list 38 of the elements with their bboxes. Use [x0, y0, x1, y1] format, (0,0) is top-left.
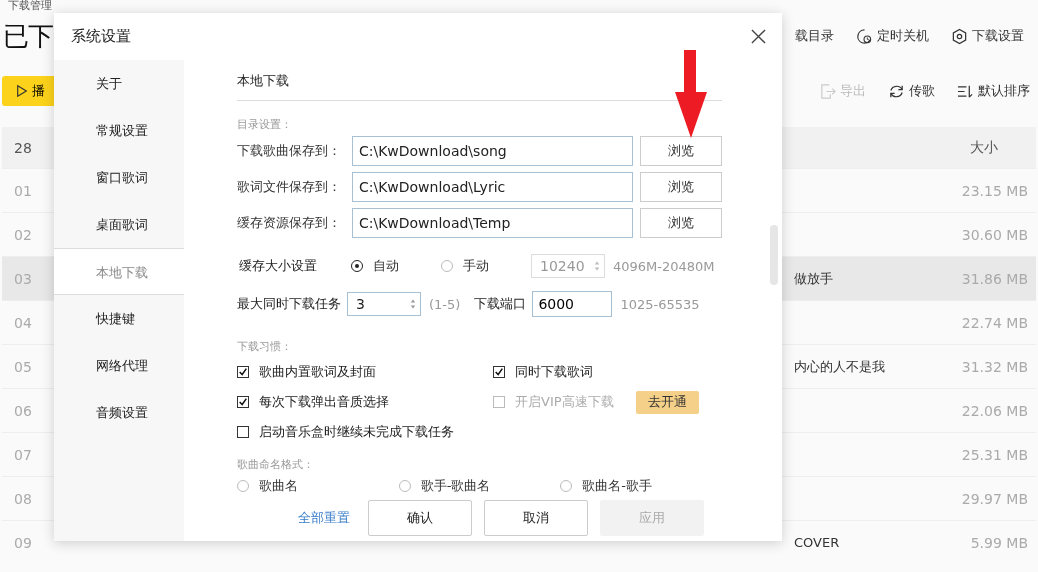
- group-label: 歌曲命名格式：: [237, 457, 315, 473]
- field-label: 缓存大小设置: [238, 257, 318, 275]
- track-count: 28: [13, 139, 33, 156]
- range-hint: 1025-65535: [620, 296, 700, 312]
- file-size: 31.86 MB: [961, 270, 1029, 287]
- field-label: 歌词文件保存到：: [237, 178, 342, 196]
- range-hint: (1-5): [429, 296, 461, 312]
- row-number: 03: [13, 270, 33, 287]
- range-hint: 4096M-20480M: [613, 258, 715, 274]
- field-label: 缓存资源保存到：: [237, 214, 342, 232]
- group-label: 下载习惯：: [237, 339, 293, 355]
- row-number: 04: [13, 314, 33, 331]
- page-heading: 已下: [2, 19, 53, 53]
- file-size: 31.32 MB: [961, 358, 1029, 375]
- album-name: 内心的人不是我: [794, 358, 885, 374]
- field-label: 最大同时下载任务: [237, 295, 341, 313]
- field-label: 下载歌曲保存到：: [237, 142, 342, 160]
- row-number: 07: [13, 446, 33, 463]
- column-header: 大小: [970, 138, 999, 157]
- row-number: 02: [13, 226, 33, 243]
- row-number: 06: [13, 402, 33, 419]
- album-name: 做放手: [794, 270, 833, 286]
- album-name: COVER: [794, 535, 840, 550]
- row-number: 01: [13, 182, 33, 199]
- file-size: 23.15 MB: [961, 182, 1029, 199]
- file-size: 22.06 MB: [961, 402, 1029, 419]
- field-label: 下载端口: [474, 295, 527, 313]
- row-number: 05: [13, 358, 33, 375]
- file-size: 30.60 MB: [961, 226, 1029, 243]
- dialog-title: 系统设置: [71, 27, 131, 46]
- file-size: 5.99 MB: [970, 534, 1029, 551]
- group-label: 目录设置：: [237, 117, 293, 133]
- row-number: 08: [13, 490, 33, 507]
- file-size: 25.31 MB: [961, 446, 1029, 463]
- file-size: 22.74 MB: [961, 314, 1029, 331]
- file-size: 29.97 MB: [961, 490, 1029, 507]
- row-number: 09: [13, 534, 33, 551]
- app-title: 下载管理: [7, 0, 53, 12]
